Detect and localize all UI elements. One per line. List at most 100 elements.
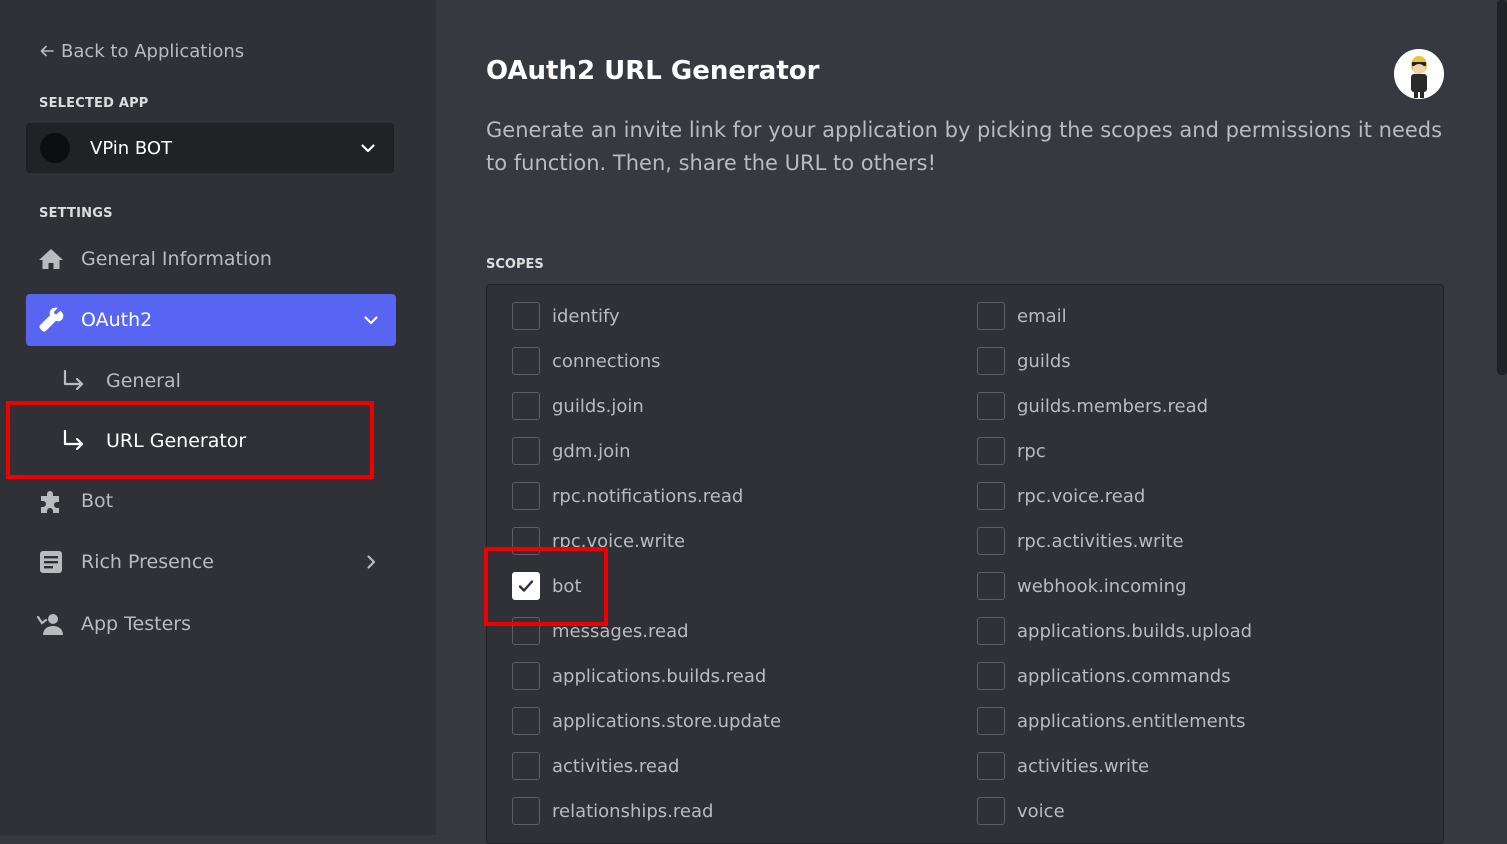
scope-option-guilds[interactable]: guilds bbox=[977, 346, 1071, 376]
scope-option-gdm-join[interactable]: gdm.join bbox=[512, 436, 631, 466]
scope-checkbox[interactable] bbox=[512, 482, 540, 510]
scope-checkbox[interactable] bbox=[512, 617, 540, 645]
scope-checkbox[interactable] bbox=[977, 527, 1005, 555]
scope-option-applications-entitlements[interactable]: applications.entitlements bbox=[977, 706, 1246, 736]
scope-checkbox[interactable] bbox=[977, 392, 1005, 420]
scope-label: relationships.read bbox=[552, 800, 714, 822]
scope-checkbox[interactable] bbox=[977, 797, 1005, 825]
scope-label: applications.store.update bbox=[552, 710, 782, 732]
scope-label: bot bbox=[552, 575, 582, 597]
scope-label: rpc.activities.write bbox=[1017, 530, 1184, 552]
scope-checkbox[interactable] bbox=[512, 302, 540, 330]
scope-checkbox[interactable] bbox=[512, 392, 540, 420]
scope-option-applications-builds-upload[interactable]: applications.builds.upload bbox=[977, 616, 1252, 646]
sidebar-item-label: Rich Presence bbox=[81, 551, 214, 573]
scope-label: guilds bbox=[1017, 350, 1071, 372]
avatar-figure-icon bbox=[1394, 49, 1444, 99]
scope-option-guilds-members-read[interactable]: guilds.members.read bbox=[977, 391, 1208, 421]
chevron-right-icon bbox=[367, 555, 376, 569]
arrow-left-icon bbox=[40, 45, 54, 57]
sidebar-item-app-testers[interactable]: App Testers bbox=[26, 598, 396, 650]
back-link-label: Back to Applications bbox=[61, 40, 245, 62]
scope-label: rpc.voice.read bbox=[1017, 485, 1146, 507]
checkmark-icon bbox=[518, 580, 534, 592]
selected-app-heading: SELECTED APP bbox=[39, 96, 149, 111]
scope-checkbox[interactable] bbox=[977, 302, 1005, 330]
scope-checkbox[interactable] bbox=[977, 662, 1005, 690]
scope-label: email bbox=[1017, 305, 1067, 327]
scope-checkbox[interactable] bbox=[512, 662, 540, 690]
home-icon bbox=[36, 247, 66, 271]
scope-label: messages.read bbox=[552, 620, 689, 642]
app-selector-dropdown[interactable]: VPin BOT bbox=[26, 123, 394, 173]
scope-label: activities.read bbox=[552, 755, 680, 777]
back-to-applications-link[interactable]: Back to Applications bbox=[39, 40, 244, 62]
scope-checkbox[interactable] bbox=[512, 707, 540, 735]
scope-label: rpc bbox=[1017, 440, 1046, 462]
scope-checkbox[interactable] bbox=[977, 437, 1005, 465]
scope-checkbox[interactable] bbox=[977, 572, 1005, 600]
scope-option-rpc-notifications-read[interactable]: rpc.notifications.read bbox=[512, 481, 743, 511]
scope-option-identify[interactable]: identify bbox=[512, 301, 620, 331]
scope-option-rpc-voice-read[interactable]: rpc.voice.read bbox=[977, 481, 1145, 511]
scope-checkbox[interactable] bbox=[512, 347, 540, 375]
scope-option-rpc[interactable]: rpc bbox=[977, 436, 1046, 466]
scope-option-connections[interactable]: connections bbox=[512, 346, 661, 376]
scope-checkbox[interactable] bbox=[512, 572, 540, 600]
page-description: Generate an invite link for your applica… bbox=[486, 118, 1443, 175]
scope-option-applications-commands[interactable]: applications.commands bbox=[977, 661, 1231, 691]
wrench-icon bbox=[36, 307, 66, 333]
scope-option-voice[interactable]: voice bbox=[977, 796, 1065, 826]
scope-option-activities-read[interactable]: activities.read bbox=[512, 751, 679, 781]
scopes-panel: identify connections guilds.join gdm.join rp… bbox=[486, 284, 1444, 844]
scope-label: rpc.notifications.read bbox=[552, 485, 744, 507]
sidebar-item-label: OAuth2 bbox=[81, 309, 153, 331]
scope-checkbox[interactable] bbox=[512, 527, 540, 555]
page-title: OAuth2 URL Generator bbox=[486, 56, 820, 86]
sidebar: Back to Applications SELECTED APP VPin B… bbox=[0, 0, 436, 835]
scope-label: connections bbox=[552, 350, 661, 372]
scope-checkbox[interactable] bbox=[977, 482, 1005, 510]
scope-option-relationships-read[interactable]: relationships.read bbox=[512, 796, 713, 826]
scope-option-messages-read[interactable]: messages.read bbox=[512, 616, 689, 646]
scope-checkbox[interactable] bbox=[512, 752, 540, 780]
scope-label: applications.entitlements bbox=[1017, 710, 1246, 732]
sub-arrow-icon bbox=[60, 428, 88, 454]
scope-checkbox[interactable] bbox=[977, 617, 1005, 645]
page-scrollbar[interactable] bbox=[1497, 0, 1507, 375]
scope-option-email[interactable]: email bbox=[977, 301, 1067, 331]
scope-option-applications-builds-read[interactable]: applications.builds.read bbox=[512, 661, 766, 691]
scope-checkbox[interactable] bbox=[977, 707, 1005, 735]
scope-label: identify bbox=[552, 305, 620, 327]
scope-checkbox[interactable] bbox=[977, 347, 1005, 375]
scope-option-guilds-join[interactable]: guilds.join bbox=[512, 391, 644, 421]
scope-label: activities.write bbox=[1017, 755, 1150, 777]
scope-label: applications.builds.read bbox=[552, 665, 767, 687]
app-avatar bbox=[40, 133, 70, 163]
scope-label: webhook.incoming bbox=[1017, 575, 1187, 597]
scope-checkbox[interactable] bbox=[512, 797, 540, 825]
sidebar-item-label: General Information bbox=[81, 248, 272, 270]
scope-checkbox[interactable] bbox=[977, 752, 1005, 780]
sidebar-subitem-general[interactable]: General bbox=[60, 361, 181, 401]
sidebar-item-oauth2[interactable]: OAuth2 bbox=[26, 294, 396, 346]
scope-option-applications-store-update[interactable]: applications.store.update bbox=[512, 706, 781, 736]
scope-checkbox[interactable] bbox=[512, 437, 540, 465]
document-icon bbox=[36, 550, 66, 574]
sidebar-item-rich-presence[interactable]: Rich Presence bbox=[26, 536, 396, 588]
puzzle-icon bbox=[36, 487, 66, 515]
scope-option-activities-write[interactable]: activities.write bbox=[977, 751, 1149, 781]
user-avatar[interactable] bbox=[1394, 49, 1444, 99]
scope-option-webhook-incoming[interactable]: webhook.incoming bbox=[977, 571, 1187, 601]
scope-label: applications.commands bbox=[1017, 665, 1231, 687]
scope-label: guilds.members.read bbox=[1017, 395, 1209, 417]
scope-label: applications.builds.upload bbox=[1017, 620, 1253, 642]
person-icon bbox=[36, 612, 66, 636]
scope-option-rpc-voice-write[interactable]: rpc.voice.write bbox=[512, 526, 685, 556]
scope-label: rpc.voice.write bbox=[552, 530, 686, 552]
scope-option-bot[interactable]: bot bbox=[512, 571, 582, 601]
sidebar-item-general-information[interactable]: General Information bbox=[26, 233, 396, 285]
sidebar-item-bot[interactable]: Bot bbox=[26, 475, 396, 527]
scope-option-rpc-activities-write[interactable]: rpc.activities.write bbox=[977, 526, 1184, 556]
sidebar-subitem-url-generator[interactable]: URL Generator bbox=[60, 421, 246, 461]
